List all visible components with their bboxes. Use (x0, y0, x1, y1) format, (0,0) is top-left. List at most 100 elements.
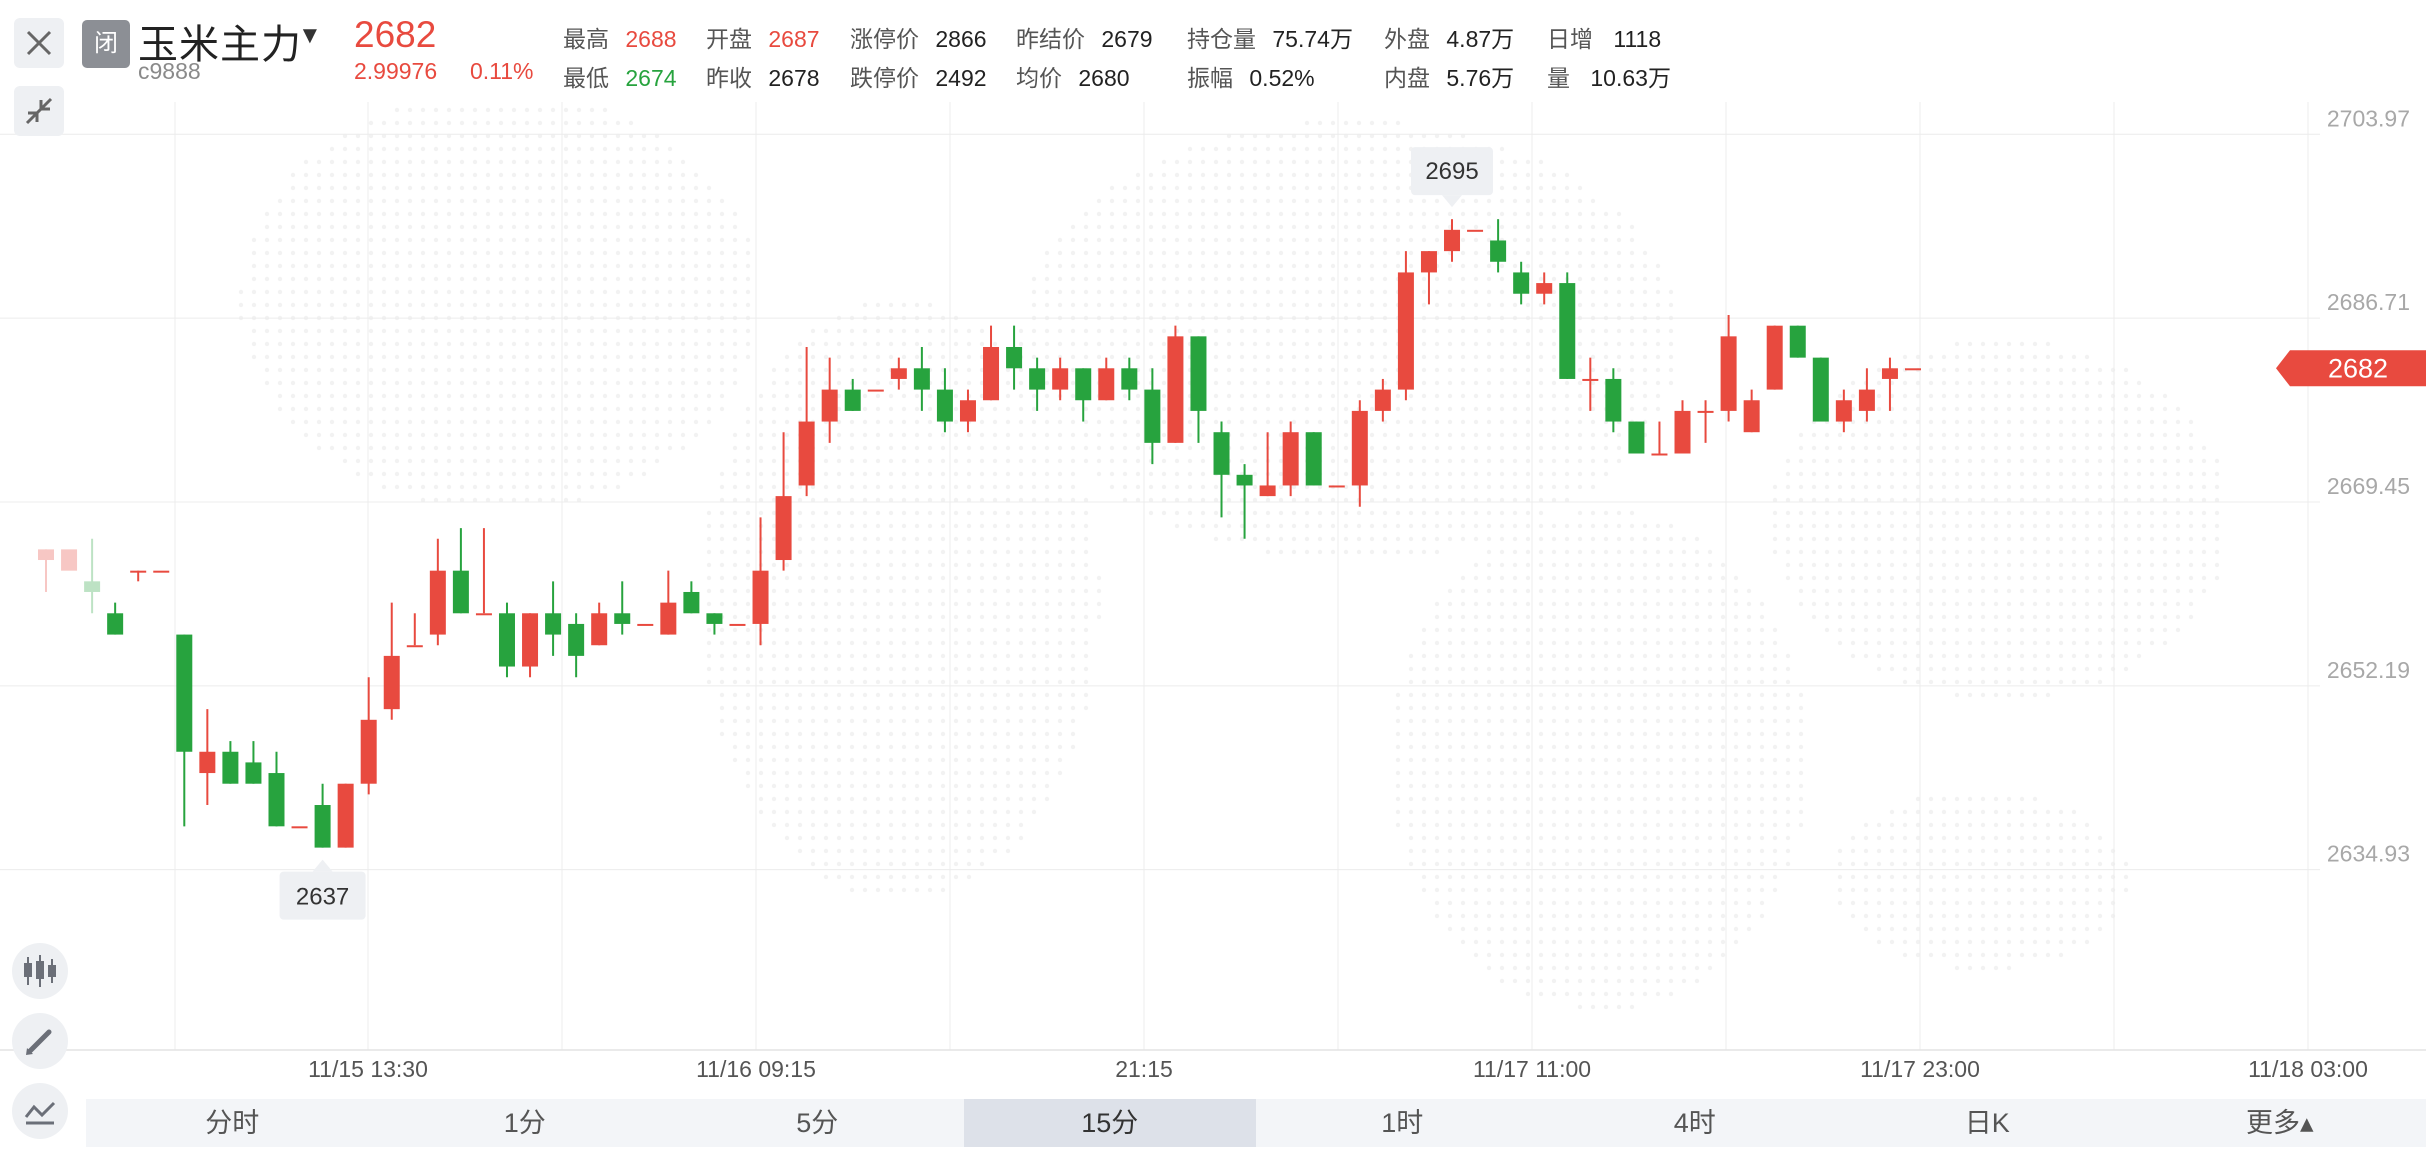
candlestick-chart[interactable]: 2703.972686.712669.452652.192634.9311/15… (0, 0, 2426, 1100)
map-dot (368, 146, 374, 152)
map-dot (1785, 458, 1791, 464)
map-dot (940, 744, 946, 750)
map-dot (1629, 224, 1635, 230)
map-dot (1980, 640, 1986, 646)
map-dot (1395, 809, 1401, 815)
map-dot (1044, 432, 1050, 438)
map-dot (1330, 302, 1336, 308)
map-dot (1512, 744, 1518, 750)
map-dot (862, 887, 868, 893)
map-dot (550, 224, 556, 230)
map-dot (953, 705, 959, 711)
map-dot (1499, 796, 1505, 802)
map-dot (1642, 874, 1648, 880)
map-dot (1122, 354, 1128, 360)
map-dot (472, 250, 478, 256)
map-dot (784, 627, 790, 633)
map-dot (1993, 562, 1999, 568)
map-dot (355, 211, 361, 217)
map-dot (1473, 276, 1479, 282)
map-dot (1161, 172, 1167, 178)
map-dot (1122, 445, 1128, 451)
map-dot (1837, 601, 1843, 607)
map-dot (862, 588, 868, 594)
map-dot (1707, 705, 1713, 711)
map-dot (1460, 757, 1466, 763)
map-dot (732, 731, 738, 737)
map-dot (1577, 809, 1583, 815)
map-dot (446, 250, 452, 256)
map-dot (563, 120, 569, 126)
map-dot (1655, 913, 1661, 919)
map-dot (511, 380, 517, 386)
map-dot (1200, 523, 1206, 529)
map-dot (901, 419, 907, 425)
map-dot (1525, 744, 1531, 750)
map-dot (303, 432, 309, 438)
map-dot (1200, 484, 1206, 490)
map-dot (1018, 484, 1024, 490)
map-dot (1889, 939, 1895, 945)
map-dot (1577, 263, 1583, 269)
map-dot (1642, 757, 1648, 763)
map-dot (1629, 848, 1635, 854)
map-dot (1512, 198, 1518, 204)
map-dot (797, 510, 803, 516)
map-dot (862, 523, 868, 529)
map-dot (1096, 575, 1102, 581)
map-dot (823, 367, 829, 373)
map-dot (1967, 861, 1973, 867)
map-dot (1603, 978, 1609, 984)
map-dot (784, 705, 790, 711)
map-dot (1200, 302, 1206, 308)
map-dot (303, 159, 309, 165)
map-dot (1343, 289, 1349, 295)
map-dot (992, 575, 998, 581)
map-dot (1590, 718, 1596, 724)
map-dot (862, 770, 868, 776)
map-dot (1577, 406, 1583, 412)
map-dot (1499, 432, 1505, 438)
map-dot (1434, 848, 1440, 854)
map-dot (1785, 549, 1791, 555)
map-dot (914, 432, 920, 438)
map-dot (1967, 939, 1973, 945)
map-dot (550, 276, 556, 282)
map-dot (1421, 367, 1427, 373)
map-dot (849, 341, 855, 347)
map-dot (524, 276, 530, 282)
map-dot (1889, 666, 1895, 672)
map-dot (1590, 666, 1596, 672)
map-dot (1486, 679, 1492, 685)
map-dot (1122, 458, 1128, 464)
map-dot (706, 237, 712, 243)
map-dot (1642, 783, 1648, 789)
map-dot (498, 380, 504, 386)
map-dot (615, 276, 621, 282)
map-dot (1447, 757, 1453, 763)
map-dot (1499, 562, 1505, 568)
map-dot (1772, 848, 1778, 854)
map-dot (1226, 159, 1232, 165)
map-dot (1668, 614, 1674, 620)
map-dot (966, 367, 972, 373)
map-dot (1343, 172, 1349, 178)
map-dot (329, 432, 335, 438)
map-dot (381, 302, 387, 308)
map-dot (1772, 809, 1778, 815)
map-dot (1590, 900, 1596, 906)
map-dot (1642, 705, 1648, 711)
map-dot (537, 185, 543, 191)
map-dot (1408, 679, 1414, 685)
map-dot (1551, 744, 1557, 750)
map-dot (1083, 276, 1089, 282)
map-dot (1655, 679, 1661, 685)
map-dot (1876, 393, 1882, 399)
map-dot (1928, 653, 1934, 659)
map-dot (1538, 185, 1544, 191)
map-dot (1850, 848, 1856, 854)
map-dot (576, 445, 582, 451)
map-dot (1317, 393, 1323, 399)
map-dot (1538, 731, 1544, 737)
map-dot (1616, 848, 1622, 854)
